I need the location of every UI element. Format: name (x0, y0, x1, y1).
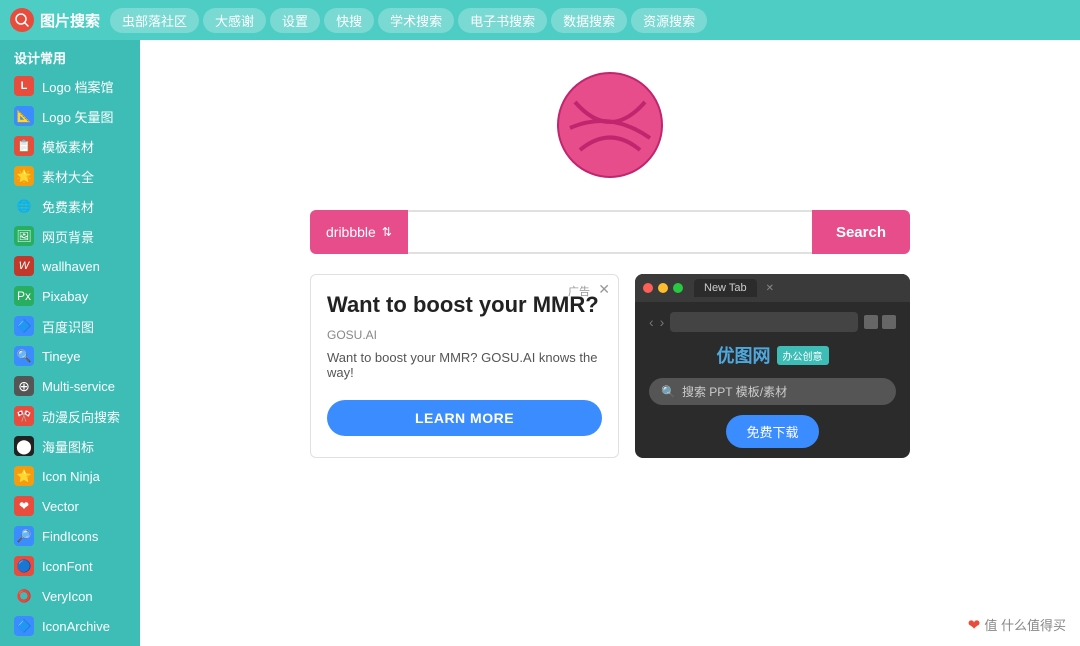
dribbble-logo (555, 70, 665, 180)
sidebar-item-pixabay[interactable]: Px Pixabay (0, 281, 140, 311)
browser-search-box: 🔍 搜索 PPT 模板/素材 (649, 378, 896, 405)
sidebar-icon-veryicon: ⭕ (14, 586, 34, 606)
sidebar-icon-icons-bulk: ⬤ (14, 436, 34, 456)
browser-search-text: 搜索 PPT 模板/素材 (682, 383, 787, 400)
browser-search-icon: 🔍 (661, 385, 676, 399)
sidebar-item-wallhaven[interactable]: W wallhaven (0, 251, 140, 281)
tab-data[interactable]: 数据搜索 (551, 8, 627, 33)
sidebar-item-multiservice[interactable]: ⊕ Multi-service (0, 371, 140, 401)
browser-toolbar: ‹ › (649, 312, 896, 332)
browser-topbar: New Tab ✕ (635, 274, 910, 302)
sidebar-item-free-material[interactable]: 🌐 免费素材 (0, 191, 140, 221)
main-area: 设计常用 L Logo 档案馆 📐 Logo 矢量图 📋 模板素材 🌟 素材大全 (0, 40, 1080, 646)
browser-forward-icon: › (660, 314, 665, 330)
sidebar-icon-icon-ninja: ⭐ (14, 466, 34, 486)
sidebar-item-iconarchive[interactable]: 🔷 IconArchive (0, 611, 140, 641)
browser-download-button[interactable]: 免费下载 (726, 415, 818, 448)
sidebar-item-findicons[interactable]: 🔎 FindIcons (0, 521, 140, 551)
browser-bookmark-icon (864, 315, 878, 329)
search-selector[interactable]: dribbble ⇅ (310, 210, 408, 254)
sidebar-icon-logo-archive: L (14, 76, 34, 96)
sidebar-item-iconfont[interactable]: 🔵 IconFont (0, 551, 140, 581)
ad-card: 广告 ✕ Want to boost your MMR? GOSU.AI Wan… (310, 274, 619, 458)
sidebar-icon-logo-vector: 📐 (14, 106, 34, 126)
sidebar-item-web-bg[interactable]: 🖼 网页背景 (0, 221, 140, 251)
search-selector-label: dribbble (326, 224, 376, 240)
browser-dot-green (673, 283, 683, 293)
tab-ebook[interactable]: 电子书搜索 (458, 8, 547, 33)
sidebar-icon-web-bg: 🖼 (14, 226, 34, 246)
sidebar-item-icons-bulk[interactable]: ⬤ 海量图标 (0, 431, 140, 461)
browser-tab-close-icon: ✕ (766, 283, 774, 294)
sidebar-icon-material: 🌟 (14, 166, 34, 186)
sidebar-icon-template: 📋 (14, 136, 34, 156)
browser-dot-yellow (658, 283, 668, 293)
tab-settings[interactable]: 设置 (270, 8, 320, 33)
chevron-up-down-icon: ⇅ (382, 225, 392, 239)
sidebar-icon-iconfont: 🔵 (14, 556, 34, 576)
sidebar-icon-pixabay: Px (14, 286, 34, 306)
top-nav: 图片搜索 虫部落社区 大感谢 设置 快搜 学术搜索 电子书搜索 数据搜索 资源搜… (0, 0, 1080, 40)
ad-close-button[interactable]: ✕ (598, 281, 610, 298)
app-logo: 图片搜索 (10, 8, 100, 32)
sidebar-item-icon-ninja[interactable]: ⭐ Icon Ninja (0, 461, 140, 491)
sidebar-icon-findicons: 🔎 (14, 526, 34, 546)
tab-academic[interactable]: 学术搜索 (378, 8, 454, 33)
sidebar-icon-multiservice: ⊕ (14, 376, 34, 396)
sidebar-item-veryicon[interactable]: ⭕ VeryIcon (0, 581, 140, 611)
sidebar-icon-baidu: 🔷 (14, 316, 34, 336)
cards-row: 广告 ✕ Want to boost your MMR? GOSU.AI Wan… (310, 274, 910, 458)
watermark-text: 值 什么值得买 (984, 615, 1066, 634)
sidebar-section-label: 设计常用 (0, 40, 140, 71)
sidebar-item-vector[interactable]: ❤ Vector (0, 491, 140, 521)
sidebar-item-incogna[interactable]: T Incogna (0, 641, 140, 646)
search-bar: dribbble ⇅ Search (310, 210, 910, 254)
sidebar-icon-vector: ❤ (14, 496, 34, 516)
tab-resource[interactable]: 资源搜索 (631, 8, 707, 33)
browser-actions (864, 315, 896, 329)
search-button[interactable]: Search (812, 210, 910, 254)
sidebar: 设计常用 L Logo 档案馆 📐 Logo 矢量图 📋 模板素材 🌟 素材大全 (0, 40, 140, 646)
sidebar-icon-anime-search: 🎌 (14, 406, 34, 426)
sidebar-item-tineye[interactable]: 🔍 Tineye (0, 341, 140, 371)
ad-learn-more-button[interactable]: LEARN MORE (327, 400, 602, 436)
sidebar-icon-free-material: 🌐 (14, 196, 34, 216)
ad-description: Want to boost your MMR? GOSU.AI knows th… (327, 350, 602, 380)
tab-community[interactable]: 虫部落社区 (110, 8, 199, 33)
sidebar-icon-iconarchive: 🔷 (14, 616, 34, 636)
nav-tabs: 虫部落社区 大感谢 设置 快搜 学术搜索 电子书搜索 数据搜索 资源搜索 (110, 8, 707, 33)
ad-title: Want to boost your MMR? (327, 291, 602, 320)
sidebar-item-logo-archive[interactable]: L Logo 档案馆 (0, 71, 140, 101)
sidebar-item-baidu[interactable]: 🔷 百度识图 (0, 311, 140, 341)
search-input[interactable] (408, 210, 812, 254)
brand-logo-text: 优图网 (717, 342, 771, 368)
app-logo-icon (10, 8, 34, 32)
ad-badge: 广告 (568, 283, 590, 299)
sidebar-item-logo-vector[interactable]: 📐 Logo 矢量图 (0, 101, 140, 131)
tab-thanks[interactable]: 大感谢 (203, 8, 266, 33)
browser-menu-icon (882, 315, 896, 329)
browser-dot-red (643, 283, 653, 293)
sidebar-icon-wallhaven: W (14, 256, 34, 276)
content-area: dribbble ⇅ Search 广告 ✕ Want to boost you… (140, 40, 1080, 646)
browser-tab: New Tab (694, 279, 757, 297)
brand-logo-area: 优图网 办公创意 (717, 342, 829, 368)
sidebar-item-anime-search[interactable]: 🎌 动漫反向搜索 (0, 401, 140, 431)
browser-address-bar (670, 312, 858, 332)
watermark-icon: ❤ (968, 616, 981, 634)
sidebar-item-template[interactable]: 📋 模板素材 (0, 131, 140, 161)
browser-card: New Tab ✕ ‹ › 优图网 办公创意 (635, 274, 910, 458)
sidebar-icon-tineye: 🔍 (14, 346, 34, 366)
ad-source: GOSU.AI (327, 328, 602, 342)
browser-body: ‹ › 优图网 办公创意 🔍 搜索 PPT 模板/素 (635, 302, 910, 458)
browser-back-icon: ‹ (649, 314, 654, 330)
brand-badge: 办公创意 (777, 346, 829, 365)
sidebar-item-material[interactable]: 🌟 素材大全 (0, 161, 140, 191)
tab-quick[interactable]: 快搜 (324, 8, 374, 33)
watermark: ❤ 值 什么值得买 (968, 615, 1066, 634)
